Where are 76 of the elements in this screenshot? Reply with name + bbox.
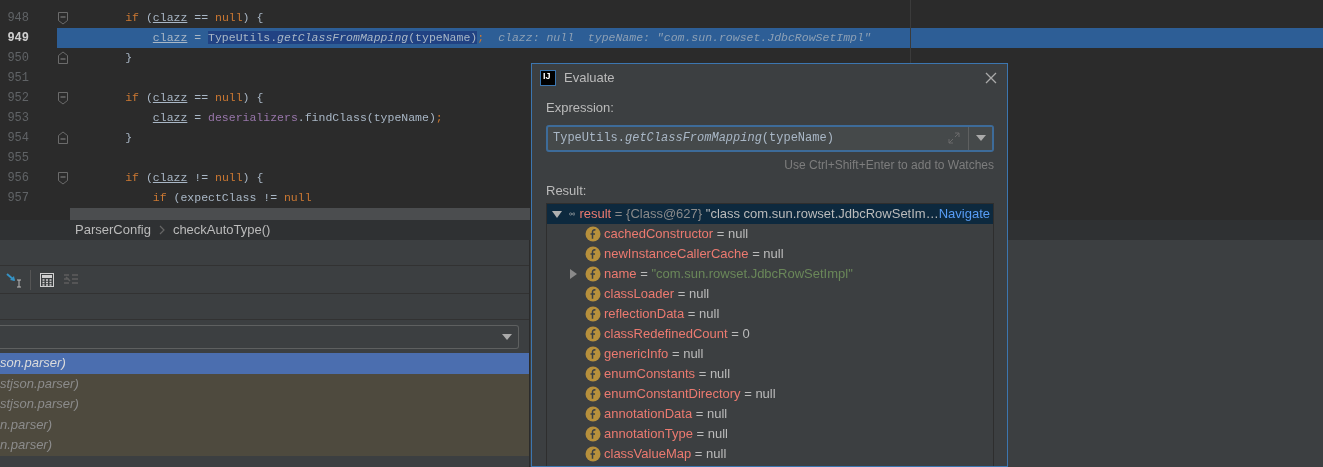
variable-text: genericInfo = null xyxy=(604,345,704,364)
variable-text: classRedefinedCount = 0 xyxy=(604,325,750,344)
collapsed-arrow-icon[interactable] xyxy=(567,268,579,280)
field-icon xyxy=(585,406,601,422)
field-icon xyxy=(585,446,601,462)
navigate-link[interactable]: Navigate xyxy=(938,204,993,224)
inline-debug-value: clazz: null typeName: "com.sun.rowset.JdbcRowSetImpl" xyxy=(498,30,871,47)
line-number: 953 xyxy=(6,110,29,127)
field-icon xyxy=(585,366,601,382)
expand-icon[interactable] xyxy=(948,132,960,144)
field-icon xyxy=(585,306,601,322)
code-line: if (clazz != null) { xyxy=(124,170,264,186)
field-icon xyxy=(585,326,601,342)
fold-icon[interactable] xyxy=(57,131,69,145)
dialog-title: Evaluate xyxy=(564,68,615,87)
hint-text: Use Ctrl+Shift+Enter to add to Watches xyxy=(783,156,994,174)
frame-item[interactable]: stjson.parser) xyxy=(0,373,529,394)
glasses-icon xyxy=(569,209,576,219)
history-dropdown-button[interactable] xyxy=(968,126,992,150)
frame-item[interactable]: son.parser) xyxy=(0,353,529,374)
line-number: 948 xyxy=(6,10,29,27)
line-number: 949 xyxy=(6,30,29,47)
variable-text: newInstanceCallerCache = null xyxy=(604,245,784,264)
app-logo: IJ xyxy=(540,69,556,86)
expanded-arrow-icon[interactable] xyxy=(551,208,563,220)
tree-row[interactable]: result = {Class@627} "class com.sun.rowset.JdbcRowSetIm…Navigate xyxy=(547,204,993,224)
calculator-icon[interactable] xyxy=(39,271,55,288)
code-line: clazz = TypeUtils.getClassFromMapping(typeName); xyxy=(151,30,485,46)
frame-item[interactable]: n.parser) xyxy=(0,414,529,435)
code-line: } xyxy=(124,130,133,146)
variable-text: result = {Class@627} "class com.sun.rowset.JdbcRowSetIm… xyxy=(579,205,939,224)
variable-text: annotationData = null xyxy=(604,405,728,424)
caret-icon xyxy=(502,334,512,340)
frame-item[interactable]: n.parser) xyxy=(0,435,529,456)
variable-text: classLoader = null xyxy=(604,285,710,304)
field-icon xyxy=(585,386,601,402)
breadcrumb-item[interactable]: checkAutoType() xyxy=(172,220,271,240)
code-line: if (expectClass != null xyxy=(151,190,312,206)
field-icon xyxy=(585,426,601,442)
fold-icon[interactable] xyxy=(57,51,69,65)
code-line: if (clazz == null) { xyxy=(124,10,264,26)
variable-text: enumConstants = null xyxy=(604,365,731,384)
variable-text: enumConstantDirectory = null xyxy=(604,385,776,404)
line-number: 956 xyxy=(6,170,29,187)
frame-item[interactable]: stjson.parser) xyxy=(0,394,529,415)
line-number: 951 xyxy=(6,70,29,87)
line-number: 957 xyxy=(6,190,29,207)
field-label: Expression: xyxy=(546,99,615,117)
caret-icon xyxy=(975,135,986,141)
field-icon xyxy=(585,286,601,302)
chevron-icon xyxy=(158,225,165,235)
code-line: } xyxy=(124,50,133,66)
variable-text: cachedConstructor = null xyxy=(604,225,749,244)
arrow-icon[interactable] xyxy=(6,271,22,288)
field-icon xyxy=(585,346,601,362)
result-label: Result: xyxy=(546,181,588,200)
field-icon xyxy=(585,246,601,262)
code-line: clazz = deserializers.findClass(typeName); xyxy=(151,110,443,126)
variable-text: name = "com.sun.rowset.JdbcRowSetImpl" xyxy=(604,265,853,284)
thread-dropdown[interactable] xyxy=(0,325,519,349)
variable-text: classValueMap = null xyxy=(604,445,727,464)
line-number: 955 xyxy=(6,150,29,167)
line-number: 952 xyxy=(6,90,29,107)
breadcrumb-item[interactable]: ParserConfig xyxy=(75,220,151,240)
fold-icon[interactable] xyxy=(57,91,69,105)
field-icon xyxy=(585,226,601,242)
variable-text: annotationType = null xyxy=(604,425,728,444)
variable-text: reflectionData = null xyxy=(604,305,720,324)
line-number: 954 xyxy=(6,130,29,147)
expression-field[interactable]: TypeUtils.getClassFromMapping(typeName) xyxy=(546,124,994,152)
line-number: 950 xyxy=(6,50,29,67)
fold-icon[interactable] xyxy=(57,171,69,185)
code-line: if (clazz == null) { xyxy=(124,90,264,106)
fold-icon[interactable] xyxy=(57,11,69,25)
field-icon xyxy=(585,266,601,282)
close-icon xyxy=(985,71,997,84)
